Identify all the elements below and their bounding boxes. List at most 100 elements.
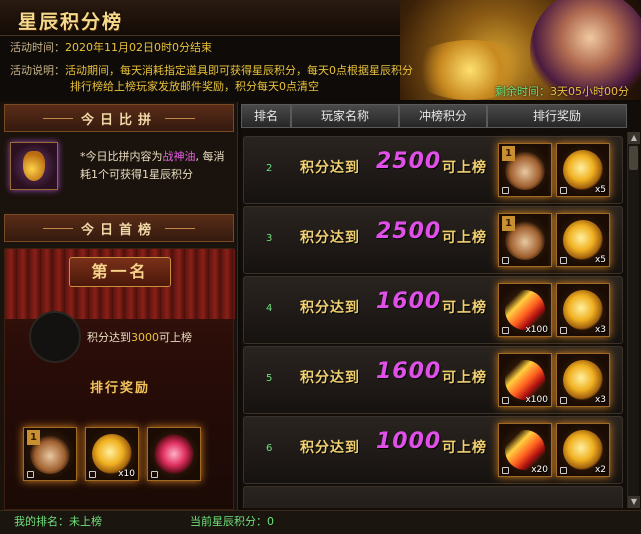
row-tail: 可上榜 — [442, 160, 487, 176]
reward-slot[interactable]: 1 — [498, 213, 552, 267]
reward-slot[interactable]: x100 — [498, 283, 552, 337]
col-reward: 排行奖励 — [487, 104, 627, 128]
reward-slot[interactable]: x5 — [556, 143, 610, 197]
row-rank: 5 — [266, 373, 273, 384]
first-req-post: 可上榜 — [159, 331, 192, 344]
col-rank: 排名 — [241, 104, 291, 128]
row-qual: 积分达到 — [300, 230, 360, 246]
first-req-num: 3000 — [131, 331, 159, 344]
row-score: 2500 — [376, 149, 442, 174]
lock-icon — [89, 471, 96, 478]
row-qual: 积分达到 — [300, 300, 360, 316]
reward-slot[interactable]: 1 — [498, 143, 552, 197]
row-score: 2500 — [376, 219, 442, 244]
row-rewards: 1 x5 — [498, 143, 610, 197]
compete-item-slot[interactable] — [10, 142, 58, 190]
ranking-table-header: 排名 玩家名称 冲榜积分 排行奖励 — [241, 104, 627, 128]
scroll-down-arrow-icon[interactable]: ▼ — [628, 496, 640, 508]
remaining-time-value: 3天05小时00分 — [550, 85, 629, 98]
remaining-time-label: 剩余时间： — [495, 85, 550, 98]
reward-count: x3 — [594, 325, 606, 335]
compete-item-name[interactable]: 战神油 — [163, 150, 196, 163]
row-rank: 2 — [266, 163, 273, 174]
reward-slot[interactable]: x10 — [85, 427, 139, 481]
today-first-header: 今日首榜 — [4, 214, 234, 242]
table-row: 4 积分达到 1600 可上榜 x100 x3 — [243, 276, 623, 344]
compete-description: *今日比拼内容为战神油, 每消耗1个可获得1星辰积分 — [80, 148, 230, 184]
reward-count: x100 — [525, 395, 548, 405]
row-tail: 可上榜 — [442, 370, 487, 386]
scroll-up-arrow-icon[interactable]: ▲ — [628, 132, 640, 144]
reward-slot[interactable] — [147, 427, 201, 481]
reward-slot[interactable]: x5 — [556, 213, 610, 267]
scroll-thumb[interactable] — [629, 146, 638, 170]
today-first-title: 今日首榜 — [80, 222, 157, 238]
remaining-time: 剩余时间：3天05小时00分 — [495, 83, 629, 99]
coin-icon — [563, 220, 603, 260]
lock-icon — [502, 327, 509, 334]
reward-count: x20 — [531, 465, 548, 475]
activity-desc-line1: 活动期间，每天消耗指定道具即可获得星辰积分，每天0点根据星辰积分 — [65, 64, 413, 77]
rank-badge: 1 — [27, 430, 40, 445]
row-score: 1000 — [376, 429, 442, 454]
row-qual: 积分达到 — [300, 370, 360, 386]
rank-badge: 1 — [502, 216, 515, 231]
col-score: 冲榜积分 — [399, 104, 487, 128]
coin-icon — [563, 290, 603, 330]
row-tail: 可上榜 — [442, 440, 487, 456]
lock-icon — [560, 187, 567, 194]
feather-icon — [505, 360, 545, 400]
row-rewards: 1 x5 — [498, 213, 610, 267]
row-qual: 积分达到 — [300, 440, 360, 456]
ranking-panel: 排名 玩家名称 冲榜积分 排行奖励 2 积分达到 2500 可上榜 1 x5 3… — [241, 102, 641, 510]
row-rewards: x100 x3 — [498, 353, 610, 407]
row-score: 1600 — [376, 359, 442, 384]
first-place-requirement: 积分达到3000可上榜 — [87, 329, 192, 345]
rank-badge: 1 — [502, 146, 515, 161]
lock-icon — [502, 187, 509, 194]
lock-icon — [502, 397, 509, 404]
coin-icon — [563, 360, 603, 400]
lock-icon — [27, 471, 34, 478]
reward-count: x10 — [118, 469, 135, 479]
reward-count: x3 — [594, 395, 606, 405]
activity-time-value: 2020年11月02日0时0分结束 — [65, 41, 212, 54]
table-row: 5 积分达到 1600 可上榜 x100 x3 — [243, 346, 623, 414]
lock-icon — [151, 471, 158, 478]
status-footer: 我的排名：未上榜 当前星辰积分：0 — [0, 510, 641, 534]
table-row: 3 积分达到 2500 可上榜 1 x5 — [243, 206, 623, 274]
row-rewards: x100 x3 — [498, 283, 610, 337]
table-row-partial — [243, 486, 623, 508]
row-qual: 积分达到 — [300, 160, 360, 176]
coin-icon — [563, 150, 603, 190]
star-rank-window: 星辰积分榜 活动时间：2020年11月02日0时0分结束 活动说明：活动期间，每… — [0, 0, 641, 534]
reward-slot[interactable]: x100 — [498, 353, 552, 407]
today-compete-title: 今日比拼 — [80, 112, 157, 128]
lock-icon — [502, 467, 509, 474]
first-place-ribbon: 第一名 — [69, 257, 171, 287]
coin-icon — [563, 430, 603, 470]
compete-desc-pre: *今日比拼内容为 — [80, 150, 163, 163]
reward-count: x5 — [594, 185, 606, 195]
reward-slot[interactable]: x3 — [556, 283, 610, 337]
activity-desc-line2: 排行榜给上榜玩家发放邮件奖励，积分每天0点清空 — [70, 80, 319, 93]
lock-icon — [560, 397, 567, 404]
reward-count: x5 — [594, 255, 606, 265]
ranking-scrollbar[interactable]: ▲ ▼ — [627, 132, 640, 508]
reward-slot[interactable]: 1 — [23, 427, 77, 481]
row-score: 1600 — [376, 289, 442, 314]
row-rank: 3 — [266, 233, 273, 244]
reward-slot[interactable]: x20 — [498, 423, 552, 477]
first-place-avatar[interactable] — [29, 311, 81, 363]
flower-icon — [154, 434, 194, 474]
activity-time-label: 活动时间： — [10, 41, 65, 54]
reward-slot[interactable]: x3 — [556, 353, 610, 407]
my-score: 当前星辰积分：0 — [190, 515, 274, 528]
row-tail: 可上榜 — [442, 300, 487, 316]
lock-icon — [560, 467, 567, 474]
feather-icon — [505, 290, 545, 330]
row-rank: 6 — [266, 443, 273, 454]
page-title: 星辰积分榜 — [18, 11, 124, 33]
reward-slot[interactable]: x2 — [556, 423, 610, 477]
activity-desc: 活动说明：活动期间，每天消耗指定道具即可获得星辰积分，每天0点根据星辰积分 — [10, 63, 450, 79]
